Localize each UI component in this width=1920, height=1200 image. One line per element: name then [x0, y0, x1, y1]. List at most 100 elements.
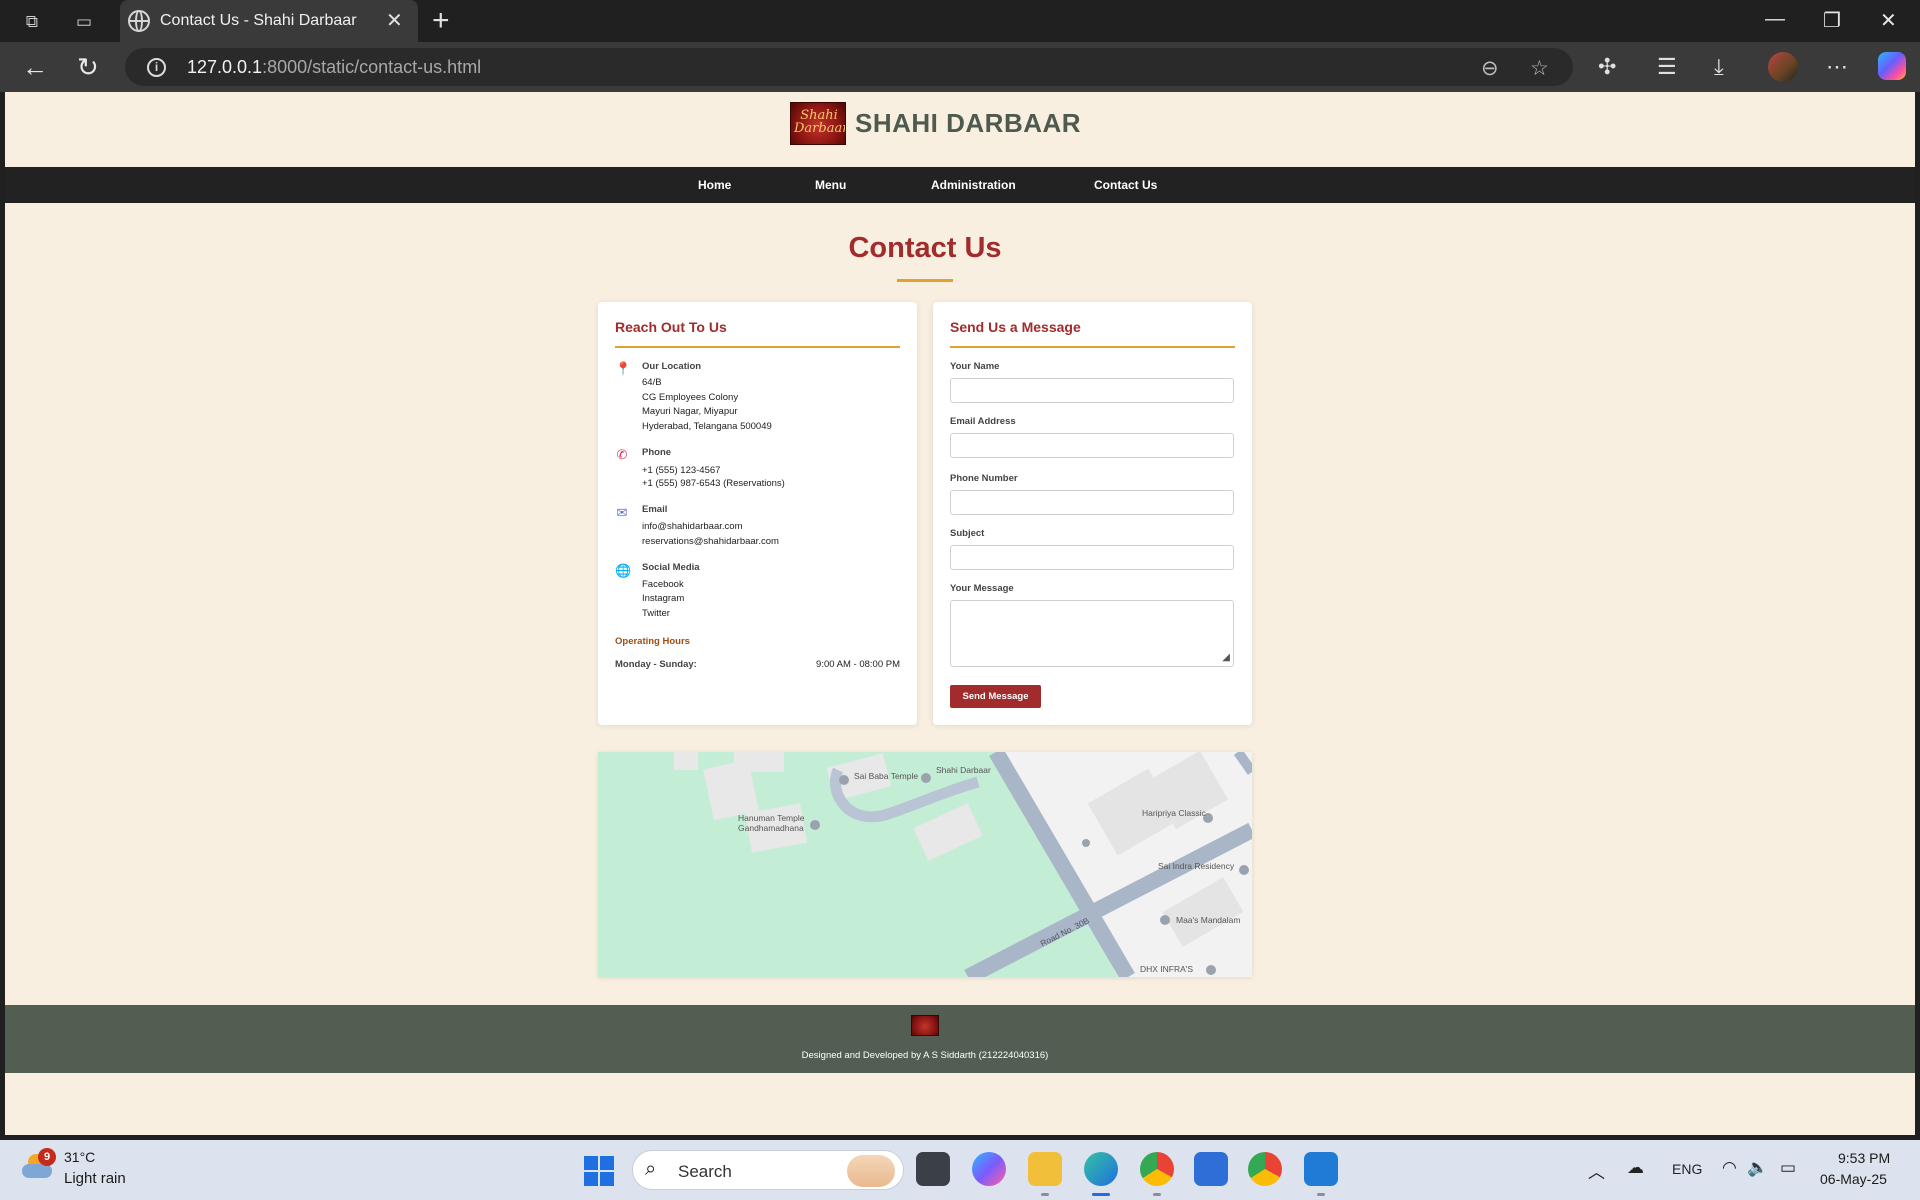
map-label: Shahi Darbaar: [936, 765, 991, 775]
social-twitter[interactable]: Twitter: [642, 608, 670, 619]
windows-taskbar: 9 31°C Light rain ⌕ Search ︿ ☁ ENG ◠ 🔈 ▭…: [0, 1140, 1920, 1200]
refresh-icon[interactable]: ↻: [77, 52, 99, 83]
phone-line: +1 (555) 123-4567: [642, 465, 721, 476]
start-icon[interactable]: [584, 1156, 614, 1186]
info-icon[interactable]: i: [147, 58, 166, 77]
email-title: Email: [642, 504, 668, 515]
vscode-icon[interactable]: [1304, 1152, 1338, 1186]
favorites-icon[interactable]: ☰: [1657, 54, 1677, 80]
page-viewport: Shahi Darbaar SHAHI DARBAAR Home Menu Adm…: [5, 92, 1915, 1135]
volume-icon[interactable]: 🔈: [1747, 1158, 1768, 1178]
message-textarea[interactable]: ◢: [950, 600, 1234, 667]
chevron-up-icon[interactable]: ︿: [1588, 1158, 1605, 1183]
name-input[interactable]: [950, 378, 1234, 403]
phone-label: Phone Number: [950, 473, 1018, 484]
zoom-icon[interactable]: ⊖: [1481, 56, 1499, 81]
subject-input[interactable]: [950, 545, 1234, 570]
form-heading: Send Us a Message: [950, 319, 1081, 335]
language-indicator[interactable]: ENG: [1672, 1161, 1702, 1177]
search-placeholder: Search: [678, 1162, 732, 1181]
nav-administration[interactable]: Administration: [931, 178, 1016, 192]
footer-logo: [911, 1015, 939, 1036]
plus-icon[interactable]: +: [432, 4, 450, 38]
page-title: Contact Us: [848, 232, 1002, 264]
restore-icon[interactable]: ❐: [1823, 8, 1841, 33]
location-line: 64/B: [642, 377, 662, 388]
browser-tab-bar: ⧉ ▭ Contact Us - Shahi Darbaar ✕ + — ❐ ✕: [0, 0, 1920, 42]
map-label: Haripriya Classic: [1142, 808, 1206, 818]
map-label: Hanuman Temple Gandhamadhana: [738, 813, 805, 833]
more-icon[interactable]: ⋯: [1826, 54, 1848, 80]
url-text[interactable]: 127.0.0.1:8000/static/contact-us.html: [187, 57, 481, 78]
store-icon[interactable]: [1194, 1152, 1228, 1186]
globe-social-icon: 🌐: [615, 563, 632, 578]
social-facebook[interactable]: Facebook: [642, 579, 684, 590]
phone-input[interactable]: [950, 490, 1234, 515]
email-icon: ✉: [616, 505, 628, 520]
download-icon[interactable]: ⤓: [1714, 54, 1724, 80]
browser-tab-active[interactable]: Contact Us - Shahi Darbaar ✕: [120, 0, 418, 42]
subject-label: Subject: [950, 528, 985, 539]
map-canvas: [598, 752, 1252, 977]
reach-out-heading: Reach Out To Us: [615, 319, 727, 335]
task-view-icon[interactable]: [916, 1152, 950, 1186]
map-label: Sai Indra Residency: [1158, 861, 1235, 871]
embedded-map[interactable]: Sai Baba Temple Shahi Darbaar Hanuman Te…: [598, 752, 1252, 977]
cloud-sync-icon[interactable]: ☁: [1627, 1158, 1644, 1178]
weather-temperature[interactable]: 31°C: [64, 1149, 95, 1165]
site-footer: Designed and Developed by A S Siddarth (…: [5, 1005, 1915, 1073]
heading-rule: [950, 346, 1235, 348]
location-pin-icon: 📍: [615, 361, 632, 376]
clock-time[interactable]: 9:53 PM: [1838, 1150, 1890, 1166]
wifi-icon[interactable]: ◠: [1722, 1158, 1737, 1178]
address-bar[interactable]: i 127.0.0.1:8000/static/contact-us.html …: [125, 48, 1573, 86]
footer-credit: Designed and Developed by A S Siddarth (…: [801, 1050, 1049, 1061]
email-input[interactable]: [950, 433, 1234, 458]
reach-out-card: Reach Out To Us 📍 Our Location 64/B CG E…: [598, 302, 917, 725]
brand-title: SHAHI DARBAAR: [855, 108, 1082, 138]
heading-rule: [615, 346, 900, 348]
back-icon[interactable]: ←: [22, 52, 48, 83]
email-line: info@shahidarbaar.com: [642, 521, 743, 532]
weather-badge: 9: [38, 1148, 56, 1166]
phone-line: +1 (555) 987-6543 (Reservations): [642, 478, 785, 489]
main-nav: Home Menu Administration Contact Us: [5, 167, 1915, 203]
brand-logo[interactable]: Shahi Darbaar: [790, 102, 846, 145]
chrome-dev-icon[interactable]: [1140, 1152, 1174, 1186]
tab-title: Contact Us - Shahi Darbaar: [160, 12, 357, 29]
battery-icon[interactable]: ▭: [1780, 1158, 1796, 1178]
nav-menu[interactable]: Menu: [815, 178, 846, 192]
taskbar-search[interactable]: ⌕ Search: [632, 1150, 904, 1190]
minimize-icon[interactable]: —: [1765, 8, 1785, 31]
nav-home[interactable]: Home: [698, 178, 731, 192]
extensions-icon[interactable]: ✣: [1598, 54, 1616, 80]
social-title: Social Media: [642, 562, 700, 573]
close-icon[interactable]: ✕: [386, 8, 403, 33]
window-close-icon[interactable]: ✕: [1880, 8, 1897, 33]
logo-script: Shahi Darbaar: [794, 108, 846, 136]
star-icon[interactable]: ☆: [1530, 56, 1549, 81]
clock-date[interactable]: 06-May-25: [1820, 1171, 1887, 1187]
location-line: Hyderabad, Telangana 500049: [642, 421, 772, 432]
weather-condition[interactable]: Light rain: [64, 1170, 126, 1187]
profile-avatar[interactable]: [1768, 52, 1798, 82]
edge-icon[interactable]: [1084, 1152, 1118, 1186]
file-explorer-icon[interactable]: [1028, 1152, 1062, 1186]
contact-form-card: Send Us a Message Your Name Email Addres…: [933, 302, 1252, 725]
phone-title: Phone: [642, 447, 672, 458]
send-message-button[interactable]: Send Message: [950, 685, 1041, 708]
workspaces-icon[interactable]: ⧉: [19, 9, 45, 35]
search-highlight-image: [847, 1155, 895, 1187]
hours-time: 9:00 AM - 08:00 PM: [816, 659, 900, 670]
nav-contact-us[interactable]: Contact Us: [1094, 178, 1157, 192]
hours-day: Monday - Sunday:: [615, 659, 697, 670]
email-line: reservations@shahidarbaar.com: [642, 536, 779, 547]
resize-handle-icon[interactable]: ◢: [1222, 653, 1230, 663]
chrome-icon[interactable]: [1248, 1152, 1282, 1186]
map-label: DHX INFRA'S: [1140, 964, 1194, 974]
tab-actions-icon[interactable]: ▭: [71, 9, 97, 35]
location-line: Mayuri Nagar, Miyapur: [642, 406, 738, 417]
copilot-icon[interactable]: [1878, 52, 1906, 80]
social-instagram[interactable]: Instagram: [642, 593, 684, 604]
copilot-app-icon[interactable]: [972, 1152, 1006, 1186]
